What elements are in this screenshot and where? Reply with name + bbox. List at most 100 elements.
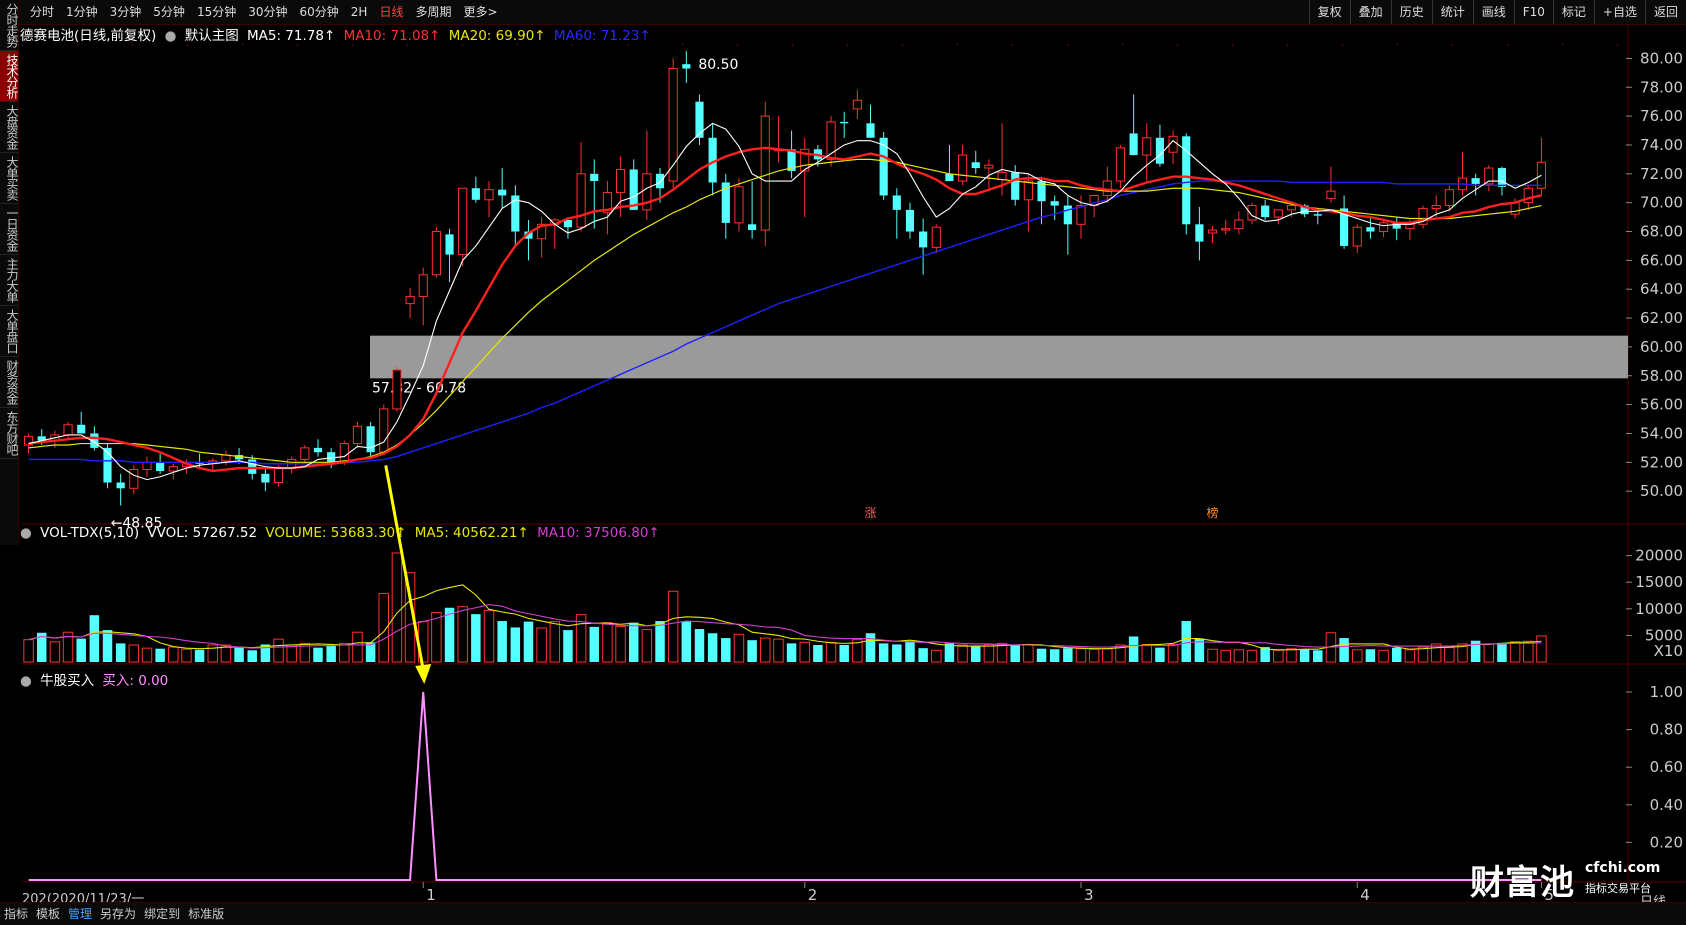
volume-bar-down <box>892 644 902 662</box>
bottom-tab-0[interactable]: 指标 <box>0 903 32 925</box>
candle-up <box>852 99 862 110</box>
volume-bar-up <box>1430 643 1442 663</box>
volume-bar-up <box>1352 649 1363 663</box>
logo-main: 财富池 <box>1470 863 1575 903</box>
vol-ma10-line <box>28 604 1542 649</box>
y-tick-label: 80.00 <box>1640 49 1683 67</box>
candle-up <box>958 154 968 182</box>
logo-tagline: 指标交易平台 <box>1585 882 1651 895</box>
volume-bar-up <box>1075 648 1087 663</box>
volume-bar-up <box>141 647 153 663</box>
volume-bar-up <box>760 637 771 663</box>
y-tick-label: 62.00 <box>1640 309 1683 327</box>
volume-bar-up <box>931 649 942 663</box>
bottom-tab-2[interactable]: 管理 <box>64 903 96 925</box>
y-tick-label: 52.00 <box>1640 453 1683 471</box>
volume-bar-down <box>313 647 323 662</box>
arrow-head-icon <box>415 664 432 684</box>
volume-bar-up <box>641 629 653 663</box>
ma20-line <box>28 158 1542 463</box>
candle-up <box>273 467 284 483</box>
volume-bar-down <box>510 627 521 662</box>
volume-bar-down <box>155 648 165 662</box>
bottom-tab-1[interactable]: 模板 <box>32 903 64 925</box>
candle-down <box>1155 137 1165 164</box>
volume-bar-down <box>1010 645 1020 662</box>
candle-up <box>300 447 310 460</box>
volume-bar-up <box>1102 648 1113 663</box>
candle-down <box>1129 133 1138 156</box>
candle-down <box>655 173 665 189</box>
volume-bar-down <box>1036 648 1047 662</box>
candle-up <box>1234 219 1244 230</box>
volume-bar-down <box>1365 649 1376 662</box>
candle-up <box>1115 147 1126 182</box>
volume-bar-down <box>563 630 573 662</box>
volume-bar-down <box>747 640 757 662</box>
y-tick-label: 50.00 <box>1640 482 1683 500</box>
candle-up <box>760 115 770 231</box>
candle-up <box>352 425 363 445</box>
candle-down <box>103 447 112 483</box>
candle-up <box>997 171 1007 181</box>
kline-chart[interactable]: 57.82 - 60.7880.0078.0076.0074.0072.0070… <box>0 0 1686 925</box>
candle-down <box>695 101 704 138</box>
volume-bar-up <box>352 631 363 663</box>
candle-up <box>668 68 678 182</box>
candle-up <box>1378 222 1389 233</box>
volume-bar-down <box>523 621 534 662</box>
high-label: 80.50 <box>698 57 738 73</box>
volume-bar-down <box>1181 621 1191 662</box>
bottom-tab-5[interactable]: 标准版 <box>184 903 228 925</box>
volume-bar-up <box>615 625 626 663</box>
volume-bar-up <box>733 633 745 663</box>
volume-bar-down <box>1339 638 1349 662</box>
volume-bar-down <box>694 629 705 662</box>
candle-up <box>1405 223 1415 230</box>
candle-up <box>142 461 152 471</box>
volume-bar-up <box>549 621 561 663</box>
candle-down <box>1182 136 1191 225</box>
y-tick-label: 76.00 <box>1640 107 1683 125</box>
candle-down <box>1261 205 1270 218</box>
candle-up <box>379 408 389 453</box>
volume-bar-down <box>878 643 889 662</box>
volume-bar-down <box>76 638 86 662</box>
bottom-tab-4[interactable]: 绑定到 <box>140 903 184 925</box>
vol-unit: X10 <box>1654 642 1683 660</box>
bottom-tab-3[interactable]: 另存为 <box>96 903 140 925</box>
candle-up <box>1207 229 1218 234</box>
candle-down <box>313 447 323 453</box>
candle-up <box>1352 226 1362 247</box>
buy-y-tick: 0.20 <box>1650 833 1683 851</box>
vol-ma5-line <box>28 584 1542 651</box>
y-tick-label: 58.00 <box>1640 367 1683 385</box>
candle-down <box>919 231 928 248</box>
candle-up <box>392 369 402 410</box>
volume-bar-up <box>1167 643 1179 663</box>
candle-down <box>1471 178 1480 184</box>
y-tick-label: 74.00 <box>1640 136 1683 154</box>
volume-bar-up <box>1286 648 1297 663</box>
volume-bar-up <box>1536 635 1547 663</box>
candle-up <box>1221 228 1231 231</box>
volume-bar-up <box>1523 640 1534 663</box>
volume-bar-up <box>667 590 679 663</box>
candle-down <box>866 123 875 138</box>
volume-bar-up <box>1023 643 1034 663</box>
volume-bar-down <box>471 614 481 662</box>
candle-up <box>168 466 178 472</box>
volume-bar-up <box>168 646 179 663</box>
volume-bar-up <box>1233 649 1245 663</box>
volume-bar-up <box>983 643 995 663</box>
volume-bar-up <box>181 648 192 663</box>
candle-down <box>748 224 757 231</box>
volume-bar-up <box>773 638 784 663</box>
candle-up <box>1510 202 1520 215</box>
volume-bar-down <box>115 643 126 662</box>
candle-up <box>63 424 73 436</box>
candle-down <box>248 459 257 474</box>
candle-down <box>945 173 954 182</box>
volume-bar-up <box>1220 649 1231 663</box>
candle-down <box>1050 201 1059 206</box>
